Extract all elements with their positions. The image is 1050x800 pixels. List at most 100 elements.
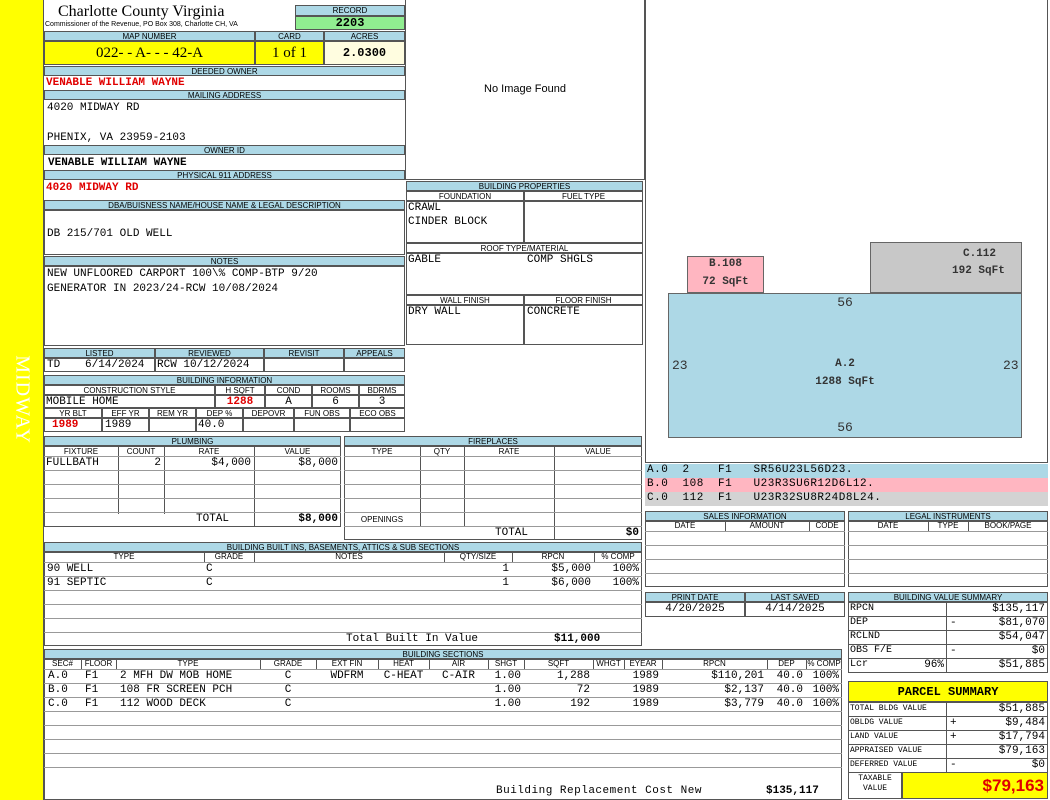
depovr-label: DEPOVR — [243, 408, 294, 418]
physical-address-label: PHYSICAL 911 ADDRESS — [44, 170, 405, 180]
builtin-type: 90 WELL — [47, 563, 94, 575]
notes-label: NOTES — [44, 256, 405, 266]
listed-date: 6/14/2024 — [85, 359, 145, 371]
map-number-label: MAP NUMBER — [44, 31, 255, 41]
builtins-line — [44, 618, 642, 619]
builtins-divider — [444, 552, 445, 562]
builtins-col-notes: NOTES — [335, 552, 363, 561]
sections-line — [44, 739, 842, 740]
legal-col-book: BOOK/PAGE — [984, 521, 1032, 530]
sections-col-extfin: EXT FIN — [331, 659, 363, 668]
sections-col-comp: % COMP — [807, 659, 841, 668]
builtins-divider — [254, 552, 255, 562]
hsqft-label: H SQFT — [215, 385, 265, 395]
print-date: 4/20/2025 — [665, 603, 725, 615]
sketch-a-label: A.2 — [835, 358, 855, 370]
builtins-line — [44, 604, 642, 605]
floor-value: CONCRETE — [527, 306, 580, 318]
fireplace-divider — [464, 446, 465, 526]
builtins-col-rpcn: RPCN — [541, 552, 565, 561]
sketch-dim-bottom: 56 — [837, 420, 853, 435]
foundation-value2: CINDER BLOCK — [408, 216, 488, 228]
remyr-box — [149, 418, 196, 432]
builtins-line — [44, 632, 642, 633]
legal-line — [848, 559, 1048, 560]
section-cell: 40.0 — [776, 684, 803, 696]
taxable-label1: TAXABLE — [858, 774, 892, 783]
heated-sqft: 1288 — [226, 396, 254, 408]
sections-col-shgt: SHGT — [494, 659, 518, 668]
section-cell: 100% — [812, 684, 839, 696]
builtins-col-grade: GRADE — [214, 552, 244, 561]
fuel-box — [524, 201, 643, 243]
rooms: 6 — [332, 396, 339, 408]
section-cell: B.0 — [48, 684, 68, 696]
section-cell: $2,137 — [724, 684, 764, 696]
builtins-line — [44, 590, 642, 591]
mailing-address-line1: 4020 MIDWAY RD — [47, 102, 140, 114]
section-cell: $110,201 — [711, 670, 764, 682]
fireplace-line — [344, 456, 642, 457]
construction-style: MOBILE HOME — [46, 396, 119, 408]
yrblt-label: YR BLT — [44, 408, 102, 418]
funobs-box — [294, 418, 350, 432]
sketch-dim-left: 23 — [672, 358, 688, 373]
value-summary-value: $54,047 — [998, 631, 1045, 643]
section-cell: 72 — [576, 684, 590, 696]
value-summary-label: BUILDING VALUE SUMMARY — [848, 592, 1048, 602]
builtin-rpcn: $5,000 — [551, 563, 591, 575]
last-saved: 4/14/2025 — [765, 603, 825, 615]
no-image-text: No Image Found — [484, 83, 566, 95]
sections-line — [44, 753, 842, 754]
sections-divider — [116, 659, 117, 669]
revisit-label: REVISIT — [264, 348, 344, 358]
wall-value: DRY WALL — [408, 306, 461, 318]
fireplace-col-value: VALUE — [585, 447, 611, 456]
sections-divider — [429, 659, 430, 669]
builtins-label: BUILDING BUILT INS, BASEMENTS, ATTICS & … — [44, 542, 642, 552]
builtins-total: $11,000 — [554, 633, 601, 645]
effective-year: 1989 — [105, 419, 132, 431]
section-cell: C — [284, 670, 292, 682]
sketch-code-row: B.0 108 F1 U23R3SU6R12D6L12. — [645, 478, 1048, 492]
section-cell: C — [284, 698, 292, 710]
sketch-a-area: 1288 SqFt — [815, 376, 875, 388]
sections-divider — [524, 659, 525, 669]
section-cell: $3,779 — [724, 698, 764, 710]
sections-line — [44, 725, 842, 726]
legal-divider — [968, 521, 969, 531]
roof-value1: GABLE — [408, 254, 442, 266]
commissioner-address: Commissioner of the Revenue, PO Box 308,… — [45, 21, 238, 28]
effyr-label: EFF YR — [102, 408, 149, 418]
section-cell: WDFRM — [330, 670, 364, 682]
cond-label: COND — [265, 385, 312, 395]
sections-line — [44, 767, 842, 768]
plumbing-col-fixture: FIXTURE — [63, 447, 99, 456]
value-summary-key: Lcr — [850, 659, 869, 670]
parcel-summary-key: OBLDG VALUE — [850, 718, 903, 727]
sales-line — [645, 573, 845, 574]
builtin-grade: C — [206, 563, 213, 575]
fireplace-col-type: TYPE — [371, 447, 393, 456]
parcel-summary-key: APPRAISED VALUE — [850, 746, 923, 755]
fireplace-col-rate: RATE — [498, 447, 520, 456]
sections-divider — [316, 659, 317, 669]
value-summary-pct: 96% — [924, 659, 944, 671]
plumbing-label: PLUMBING — [44, 436, 341, 446]
sketch-dim-right: 23 — [1003, 358, 1019, 373]
listed-label: LISTED — [44, 348, 155, 358]
sections-divider — [767, 659, 768, 669]
parcel-summary-value: $17,794 — [998, 731, 1045, 743]
notes-line2: GENERATOR IN 2023/24-RCW 10/08/2024 — [47, 283, 279, 295]
section-cell: 2 MFH DW MOB HOME — [120, 670, 233, 682]
section-cell: F1 — [85, 670, 99, 682]
county-title: Charlotte County Virginia — [58, 3, 225, 20]
sales-label: SALES INFORMATION — [645, 511, 845, 521]
remyr-label: REM YR — [149, 408, 196, 418]
mailing-address-label: MAILING ADDRESS — [44, 90, 405, 100]
sketch-c-label: C.112 — [963, 248, 997, 260]
builtin-grade: C — [206, 577, 213, 589]
sections-divider — [593, 659, 594, 669]
legal-line — [848, 531, 1048, 532]
sections-col-air: AIR — [451, 659, 466, 668]
